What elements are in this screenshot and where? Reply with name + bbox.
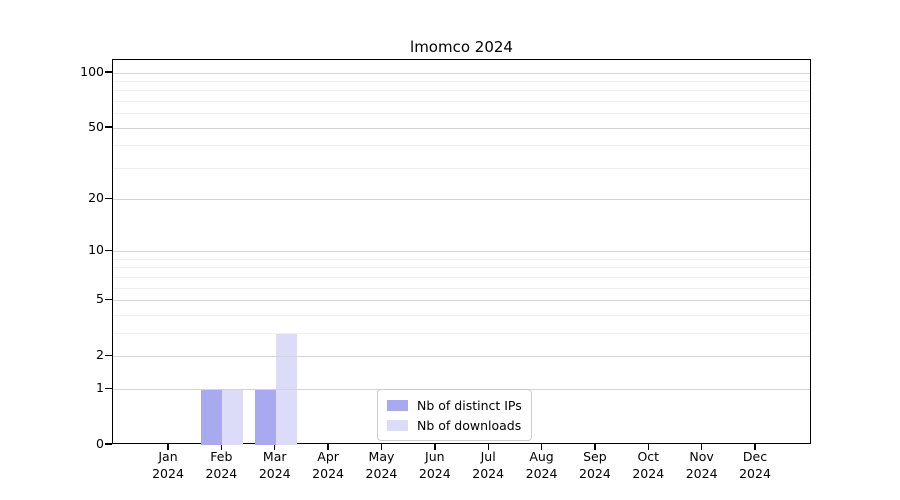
y-axis-tick — [105, 443, 112, 445]
y-gridline-minor — [113, 90, 810, 92]
x-tick-month: Dec — [742, 449, 768, 464]
legend-row: Nb of downloads — [387, 415, 522, 435]
figure-canvas: lmomco 2024 Nb of distinct IPs Nb of down… — [0, 0, 900, 500]
y-gridline-minor — [113, 287, 810, 289]
y-tick-label: 5 — [96, 291, 104, 307]
y-gridline-minor — [113, 267, 810, 269]
y-gridline-major — [113, 251, 810, 253]
plot-area — [112, 59, 811, 445]
y-axis-tick — [105, 197, 112, 200]
y-gridline-minor — [113, 332, 810, 334]
y-axis-tick — [105, 126, 112, 128]
y-gridline-minor — [113, 276, 810, 278]
y-axis-tick — [105, 250, 112, 252]
y-axis-tick — [105, 387, 112, 389]
y-axis-tick — [105, 354, 112, 357]
y-gridline-minor — [113, 100, 810, 102]
y-gridline-minor — [113, 258, 810, 260]
y-gridline-minor — [113, 80, 810, 82]
bar-distinct-ips — [254, 389, 276, 445]
y-tick-label: 100 — [80, 63, 104, 79]
y-gridline-major — [113, 127, 810, 129]
y-tick-label: 1 — [96, 379, 104, 395]
y-tick-label: 10 — [88, 242, 104, 258]
y-axis-tick — [105, 71, 112, 73]
y-tick-label: 0 — [96, 435, 104, 451]
y-tick-label: 20 — [88, 190, 104, 206]
legend-swatch-icon — [387, 419, 408, 431]
y-gridline-minor — [113, 167, 810, 169]
x-tick-label: Dec 2024 — [723, 448, 787, 482]
y-gridline-major — [113, 300, 810, 302]
legend-swatch-icon — [387, 399, 408, 411]
y-gridline-minor — [113, 113, 810, 115]
y-gridline-major — [113, 199, 810, 201]
legend: Nb of distinct IPs Nb of downloads — [377, 389, 532, 441]
legend-label: Nb of downloads — [417, 417, 522, 433]
legend-label: Nb of distinct IPs — [417, 397, 522, 413]
bar-downloads — [222, 389, 244, 445]
bar-distinct-ips — [201, 389, 223, 445]
y-gridline-major — [113, 355, 810, 357]
y-tick-label: 2 — [96, 346, 104, 362]
y-axis-tick — [105, 298, 112, 301]
chart-title: lmomco 2024 — [410, 38, 513, 56]
y-tick-label: 50 — [88, 118, 104, 134]
legend-row: Nb of distinct IPs — [387, 395, 522, 415]
y-gridline-minor — [113, 314, 810, 316]
x-tick-year: 2024 — [739, 466, 771, 481]
y-gridline-minor — [113, 145, 810, 147]
y-gridline-major — [113, 72, 810, 74]
